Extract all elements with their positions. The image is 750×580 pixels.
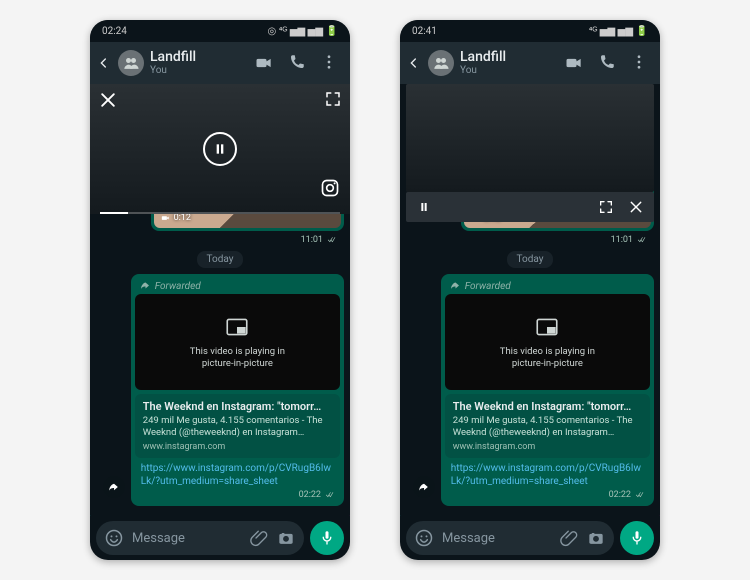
link-preview-card[interactable]: The Weeknd en Instagram: "tomorr… 249 mi… bbox=[135, 394, 340, 458]
fullscreen-icon[interactable] bbox=[324, 90, 342, 108]
message-placeholder: Message bbox=[132, 531, 242, 546]
message-input[interactable]: Message bbox=[406, 521, 614, 555]
link-message-bubble[interactable]: Forwarded This video is playing inpictur… bbox=[441, 274, 654, 506]
chat-name: Landfill bbox=[460, 50, 558, 65]
video-overlay-expanded[interactable] bbox=[90, 84, 350, 214]
camera-icon[interactable] bbox=[586, 528, 606, 548]
message-link[interactable]: https://www.instagram.com/p/CVRugB6IwLk/… bbox=[445, 458, 650, 488]
chat-subtitle: You bbox=[460, 65, 558, 76]
chat-subtitle: You bbox=[150, 65, 248, 76]
message-link[interactable]: https://www.instagram.com/p/CVRugB6IwLk/… bbox=[135, 458, 340, 488]
status-time: 02:41 bbox=[412, 26, 437, 37]
attach-icon[interactable] bbox=[250, 529, 268, 547]
chat-title-block[interactable]: Landfill You bbox=[460, 50, 558, 76]
message-meta: 02:22 bbox=[605, 488, 650, 502]
pip-icon bbox=[224, 314, 250, 340]
call-icon[interactable] bbox=[288, 53, 306, 73]
share-button[interactable] bbox=[103, 476, 125, 498]
chat-title-block[interactable]: Landfill You bbox=[150, 50, 248, 76]
pip-placeholder[interactable]: This video is playing inpicture-in-pictu… bbox=[135, 294, 340, 390]
link-title: The Weeknd en Instagram: "tomorr… bbox=[143, 400, 332, 413]
message-time: 11:01 bbox=[301, 235, 338, 245]
pip-control-bar[interactable] bbox=[406, 192, 654, 222]
message-input[interactable]: Message bbox=[96, 521, 304, 555]
app-bar: Landfill You bbox=[400, 42, 660, 84]
camera-icon[interactable] bbox=[276, 528, 296, 548]
message-time: 11:01 bbox=[611, 235, 648, 245]
close-icon[interactable] bbox=[98, 90, 118, 110]
fullscreen-icon[interactable] bbox=[598, 199, 614, 215]
chat-avatar[interactable] bbox=[118, 50, 144, 76]
mic-button[interactable] bbox=[310, 521, 344, 555]
link-description: 249 mil Me gusta, 4.155 comentarios - Th… bbox=[143, 415, 332, 439]
link-description: 249 mil Me gusta, 4.155 comentarios - Th… bbox=[453, 415, 642, 439]
link-preview-card[interactable]: The Weeknd en Instagram: "tomorr… 249 mi… bbox=[445, 394, 650, 458]
chat-avatar[interactable] bbox=[428, 50, 454, 76]
status-icons: ◎ ⁴ᴳ ▅▆ ▅▆ 🔋 bbox=[268, 26, 339, 37]
videocall-icon[interactable] bbox=[254, 53, 274, 73]
pause-button[interactable] bbox=[203, 132, 237, 166]
link-message-bubble[interactable]: Forwarded This video is playing inpictur… bbox=[131, 274, 344, 506]
status-icons: ⁴ᴳ ▅▆ ▅▆ 🔋 bbox=[589, 26, 648, 37]
emoji-icon[interactable] bbox=[414, 528, 434, 548]
chat-name: Landfill bbox=[150, 50, 248, 65]
phone-left: 02:24 ◎ ⁴ᴳ ▅▆ ▅▆ 🔋 Landfill You bbox=[90, 20, 350, 560]
pip-icon bbox=[534, 314, 560, 340]
videocall-icon[interactable] bbox=[564, 53, 584, 73]
close-icon[interactable] bbox=[628, 199, 644, 215]
phone-right: 02:41 ⁴ᴳ ▅▆ ▅▆ 🔋 Landfill You bbox=[400, 20, 660, 560]
more-icon[interactable] bbox=[320, 53, 338, 73]
share-button[interactable] bbox=[413, 476, 435, 498]
pip-text: This video is playing inpicture-in-pictu… bbox=[190, 346, 285, 370]
input-bar: Message bbox=[90, 516, 350, 560]
video-progress[interactable] bbox=[100, 212, 128, 214]
pip-placeholder[interactable]: This video is playing inpicture-in-pictu… bbox=[445, 294, 650, 390]
status-time: 02:24 bbox=[102, 26, 127, 37]
link-title: The Weeknd en Instagram: "tomorr… bbox=[453, 400, 642, 413]
back-button[interactable] bbox=[406, 55, 422, 71]
status-bar: 02:24 ◎ ⁴ᴳ ▅▆ ▅▆ 🔋 bbox=[90, 20, 350, 42]
attach-icon[interactable] bbox=[560, 529, 578, 547]
message-meta: 02:22 bbox=[295, 488, 340, 502]
date-pill: Today bbox=[507, 251, 554, 268]
forwarded-label: Forwarded bbox=[445, 278, 650, 294]
back-button[interactable] bbox=[96, 55, 112, 71]
link-source: www.instagram.com bbox=[143, 442, 332, 452]
more-icon[interactable] bbox=[630, 53, 648, 73]
mic-button[interactable] bbox=[620, 521, 654, 555]
status-bar: 02:41 ⁴ᴳ ▅▆ ▅▆ 🔋 bbox=[400, 20, 660, 42]
input-bar: Message bbox=[400, 516, 660, 560]
instagram-icon[interactable] bbox=[320, 178, 340, 198]
message-placeholder: Message bbox=[442, 531, 552, 546]
forwarded-label: Forwarded bbox=[135, 278, 340, 294]
video-duration: 0:12 bbox=[160, 213, 191, 224]
date-pill: Today bbox=[197, 251, 244, 268]
pip-video-frame[interactable] bbox=[406, 84, 654, 192]
app-bar: Landfill You bbox=[90, 42, 350, 84]
emoji-icon[interactable] bbox=[104, 528, 124, 548]
link-source: www.instagram.com bbox=[453, 442, 642, 452]
call-icon[interactable] bbox=[598, 53, 616, 73]
pip-text: This video is playing inpicture-in-pictu… bbox=[500, 346, 595, 370]
pause-icon[interactable] bbox=[416, 199, 432, 215]
